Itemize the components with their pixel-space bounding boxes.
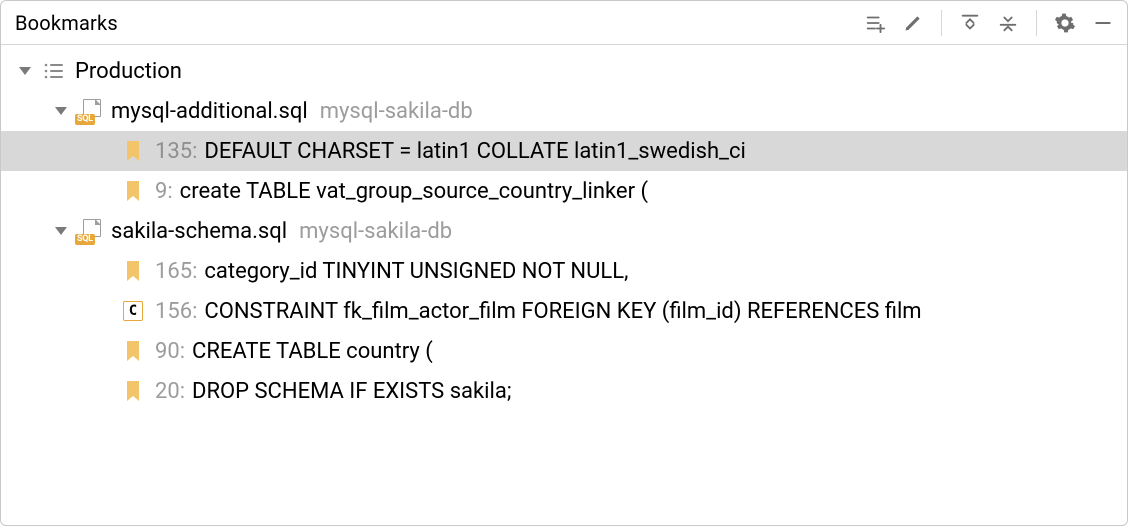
bookmark-row[interactable]: 165: category_id TINYINT UNSIGNED NOT NU…: [1, 251, 1127, 291]
bookmark-icon: [119, 337, 147, 365]
collapse-all-icon: [997, 12, 1019, 34]
bookmark-text: DEFAULT CHARSET = latin1 COLLATE latin1_…: [204, 139, 745, 164]
line-number: 156:: [155, 299, 197, 324]
panel-header: Bookmarks: [1, 1, 1127, 45]
hide-panel-button[interactable]: [1089, 9, 1117, 37]
sql-file-icon: SQL: [75, 97, 103, 125]
panel-toolbar: [861, 9, 1117, 37]
add-list-icon: [864, 12, 886, 34]
bookmark-text: create TABLE vat_group_source_country_li…: [180, 179, 648, 204]
tree-file-row[interactable]: SQL sakila-schema.sql mysql-sakila-db: [1, 211, 1127, 251]
edit-button[interactable]: [899, 9, 927, 37]
file-name: sakila-schema.sql: [111, 219, 287, 244]
bookmarks-panel: Bookmarks: [0, 0, 1128, 526]
bookmark-row[interactable]: 90: CREATE TABLE country (: [1, 331, 1127, 371]
line-number: 9:: [155, 179, 173, 204]
bookmark-row[interactable]: 9: create TABLE vat_group_source_country…: [1, 171, 1127, 211]
line-number: 135:: [155, 139, 197, 164]
file-path: mysql-sakila-db: [320, 99, 473, 124]
bookmark-icon: [119, 137, 147, 165]
minimize-icon: [1093, 13, 1113, 33]
bookmark-text: CREATE TABLE country (: [192, 339, 433, 364]
line-number: 90:: [155, 339, 185, 364]
gear-icon: [1054, 12, 1076, 34]
chevron-down-icon[interactable]: [51, 221, 71, 241]
settings-button[interactable]: [1051, 9, 1079, 37]
file-name: mysql-additional.sql: [111, 99, 308, 124]
tree-file-row[interactable]: SQL mysql-additional.sql mysql-sakila-db: [1, 91, 1127, 131]
bookmark-list-icon: [39, 57, 67, 85]
mnemonic-bookmark-icon: C: [119, 297, 147, 325]
tree-root-label: Production: [75, 59, 182, 84]
bookmark-text: DROP SCHEMA IF EXISTS sakila;: [192, 379, 511, 404]
bookmarks-tree[interactable]: Production SQL mysql-additional.sql mysq…: [1, 45, 1127, 525]
toolbar-separator: [1036, 10, 1037, 36]
panel-title: Bookmarks: [15, 11, 861, 35]
file-path: mysql-sakila-db: [299, 219, 452, 244]
bookmark-icon: [119, 257, 147, 285]
add-bookmark-list-button[interactable]: [861, 9, 889, 37]
toolbar-separator: [941, 10, 942, 36]
expand-all-button[interactable]: [956, 9, 984, 37]
collapse-all-button[interactable]: [994, 9, 1022, 37]
expand-all-icon: [959, 12, 981, 34]
sql-file-icon: SQL: [75, 217, 103, 245]
pencil-icon: [903, 13, 923, 33]
chevron-down-icon[interactable]: [51, 101, 71, 121]
bookmark-row[interactable]: 20: DROP SCHEMA IF EXISTS sakila;: [1, 371, 1127, 411]
bookmark-text: category_id TINYINT UNSIGNED NOT NULL,: [204, 259, 628, 284]
bookmark-row[interactable]: C 156: CONSTRAINT fk_film_actor_film FOR…: [1, 291, 1127, 331]
bookmark-icon: [119, 377, 147, 405]
bookmark-row[interactable]: 135: DEFAULT CHARSET = latin1 COLLATE la…: [1, 131, 1127, 171]
chevron-down-icon[interactable]: [15, 61, 35, 81]
line-number: 20:: [155, 379, 185, 404]
tree-root-row[interactable]: Production: [1, 51, 1127, 91]
line-number: 165:: [155, 259, 197, 284]
bookmark-icon: [119, 177, 147, 205]
bookmark-text: CONSTRAINT fk_film_actor_film FOREIGN KE…: [204, 299, 921, 324]
